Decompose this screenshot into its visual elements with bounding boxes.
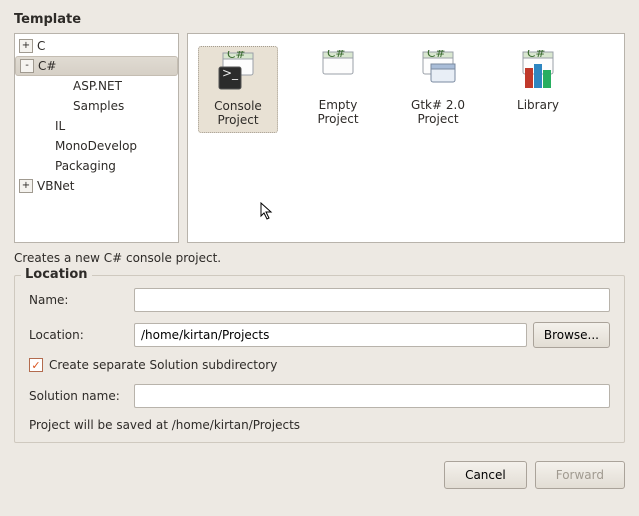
empty-project-icon: C# bbox=[317, 50, 359, 92]
collapse-icon[interactable]: - bbox=[20, 59, 34, 73]
tree-item-label: MonoDevelop bbox=[55, 139, 137, 153]
svg-text:C#: C# bbox=[527, 50, 545, 60]
create-subdirectory-label: Create separate Solution subdirectory bbox=[49, 358, 277, 372]
location-section-label: Location bbox=[21, 267, 92, 282]
tree-item[interactable]: +C bbox=[15, 36, 178, 56]
browse-button[interactable]: Browse... bbox=[533, 322, 610, 348]
tree-item[interactable]: MonoDevelop bbox=[15, 136, 178, 156]
library-project-icon: C# bbox=[517, 50, 559, 92]
template-item-label: Gtk# 2.0 Project bbox=[400, 98, 476, 127]
tree-item-label: C bbox=[37, 39, 45, 53]
tree-item-label: Samples bbox=[73, 99, 124, 113]
template-description: Creates a new C# console project. bbox=[14, 251, 625, 265]
svg-text:C#: C# bbox=[227, 51, 245, 61]
gtk-project-icon: C# bbox=[417, 50, 459, 92]
template-section-label: Template bbox=[14, 12, 625, 27]
template-item[interactable]: C# Gtk# 2.0 Project bbox=[398, 46, 478, 131]
location-input[interactable] bbox=[134, 323, 527, 347]
template-item[interactable]: C# >_ Console Project bbox=[198, 46, 278, 133]
tree-item-label: Packaging bbox=[55, 159, 116, 173]
template-item-label: Empty Project bbox=[300, 98, 376, 127]
svg-text:C#: C# bbox=[327, 50, 345, 60]
expand-icon[interactable]: + bbox=[19, 39, 33, 53]
tree-item[interactable]: Packaging bbox=[15, 156, 178, 176]
template-item[interactable]: C# Empty Project bbox=[298, 46, 378, 131]
solution-name-label: Solution name: bbox=[29, 389, 134, 403]
template-category-tree[interactable]: +C-C#ASP.NETSamplesILMonoDevelopPackagin… bbox=[14, 33, 179, 243]
location-label: Location: bbox=[29, 328, 134, 342]
template-item-label: Library bbox=[517, 98, 559, 112]
cancel-button[interactable]: Cancel bbox=[444, 461, 527, 489]
template-item[interactable]: C# Library bbox=[498, 46, 578, 116]
create-subdirectory-checkbox[interactable]: ✓ bbox=[29, 358, 43, 372]
svg-text:>_: >_ bbox=[222, 66, 239, 80]
tree-item[interactable]: ASP.NET bbox=[15, 76, 178, 96]
tree-item[interactable]: IL bbox=[15, 116, 178, 136]
name-input[interactable] bbox=[134, 288, 610, 312]
console-project-icon: C# >_ bbox=[217, 51, 259, 93]
template-item-label: Console Project bbox=[201, 99, 275, 128]
tree-item-label: IL bbox=[55, 119, 65, 133]
tree-item-label: VBNet bbox=[37, 179, 75, 193]
tree-item[interactable]: + VBNet bbox=[15, 176, 178, 196]
tree-item[interactable]: -C# bbox=[15, 56, 178, 76]
tree-item-label: ASP.NET bbox=[73, 79, 122, 93]
svg-text:C#: C# bbox=[427, 50, 445, 60]
save-path-note: Project will be saved at /home/kirtan/Pr… bbox=[29, 418, 610, 432]
expand-icon[interactable]: + bbox=[19, 179, 33, 193]
solution-name-input[interactable] bbox=[134, 384, 610, 408]
tree-item[interactable]: Samples bbox=[15, 96, 178, 116]
tree-item-label: C# bbox=[38, 59, 56, 73]
forward-button[interactable]: Forward bbox=[535, 461, 625, 489]
name-label: Name: bbox=[29, 293, 134, 307]
template-icon-panel[interactable]: C# >_ Console Project C# Empty Project C# Gtk#… bbox=[187, 33, 625, 243]
